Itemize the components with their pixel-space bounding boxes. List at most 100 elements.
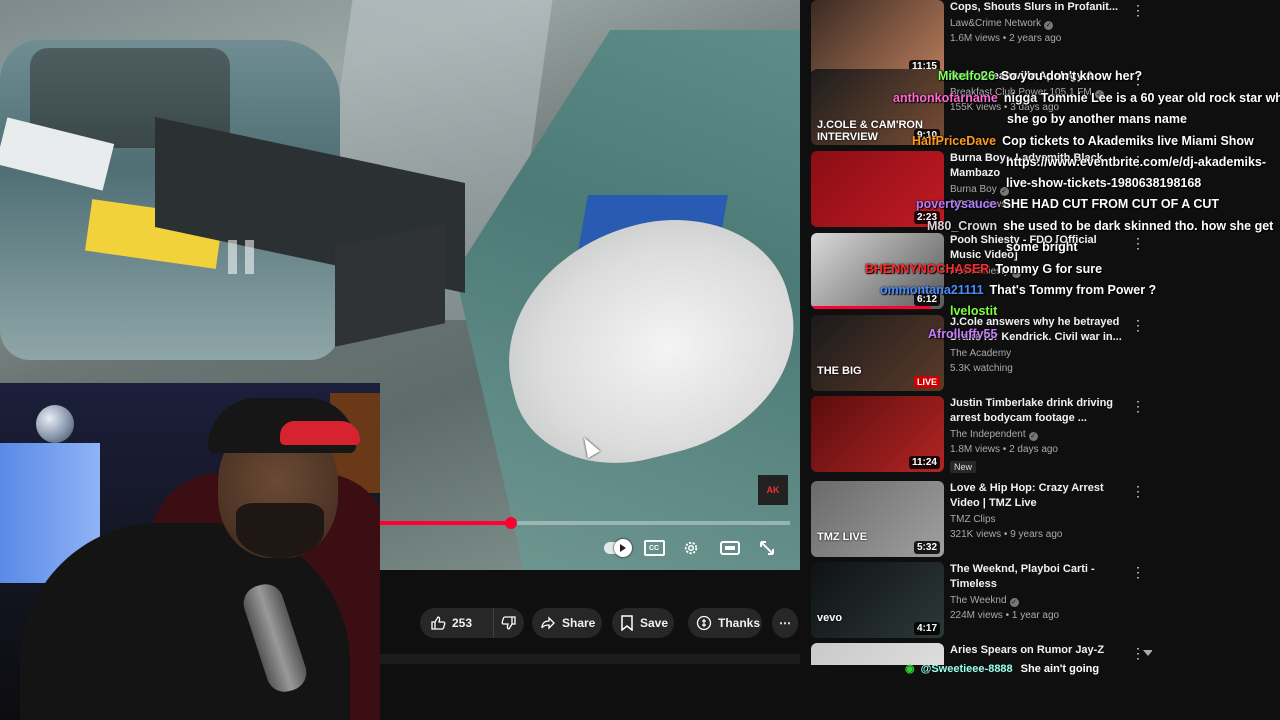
video-thumbnail[interactable]: 11:15 (811, 0, 944, 76)
video-thumbnail[interactable]: TMZ LIVE 5:32 (811, 481, 944, 557)
progress-bar[interactable] (380, 517, 790, 529)
recommendation-item[interactable]: 11:24 Justin Timberlake drink driving arr… (811, 396, 1151, 475)
verified-icon: ✓ (1028, 432, 1038, 441)
more-vertical-icon[interactable]: ⋮ (1131, 398, 1145, 416)
dislike-button[interactable] (494, 608, 524, 638)
video-thumbnail[interactable]: J.COLE & CAM'RON INTERVIEW EXCLUSIVE FIR… (811, 69, 944, 145)
channel-label: Burna Boy (950, 184, 997, 195)
captions-icon: CC (643, 540, 665, 556)
video-title[interactable]: J.Cole answers why he betrayed Drake for… (950, 315, 1130, 345)
more-horizontal-icon: ⋯ (779, 616, 791, 630)
channel-name[interactable]: Burna Boy ✓ (950, 182, 1130, 197)
recommendation-item[interactable]: TMZ LIVE 5:32 Love & Hip Hop: Crazy Arrest… (811, 481, 1151, 557)
video-meta: Justin Timberlake drink driving arrest b… (950, 396, 1130, 475)
more-vertical-icon[interactable]: ⋮ (1131, 71, 1145, 89)
fullscreen-icon (760, 541, 774, 555)
save-button[interactable]: Save (612, 608, 674, 638)
channel-label: Law&Crime Network (950, 18, 1042, 29)
webcam-streamer-beard (236, 503, 324, 558)
video-duration: 2:23 (913, 211, 940, 224)
video-thumbnail[interactable]: vevo 4:17 (811, 562, 944, 638)
more-vertical-icon[interactable]: ⋮ (1131, 235, 1145, 253)
bottom-chat-user: @Sweetieee-8888 (920, 663, 1013, 675)
video-title[interactable]: The Weeknd, Playboi Carti - Timeless (950, 562, 1130, 592)
settings-button[interactable] (677, 536, 705, 560)
pause-icon[interactable] (228, 240, 254, 274)
channel-name[interactable]: TMZ Clips (950, 512, 1130, 527)
channel-name[interactable]: The Weeknd ✓ (950, 593, 1130, 608)
more-vertical-icon[interactable]: ⋮ (1131, 2, 1145, 20)
video-meta: J.Cole answers why he betrayed Drake for… (950, 315, 1130, 376)
recommendations-panel: 11:15 Cops, Shouts Slurs in Profanit... La… (800, 0, 1152, 665)
autoplay-knob (614, 539, 632, 557)
verified-icon: ✓ (999, 187, 1009, 196)
channel-label: Breakfast Club Power 105.1 FM (950, 87, 1092, 98)
autoplay-toggle[interactable] (602, 536, 632, 560)
video-title[interactable]: Pooh Shiesty - FDO [Official Music Video… (950, 233, 1130, 263)
channel-name[interactable]: The Academy (950, 346, 1130, 361)
video-duration: 9:10 (913, 129, 940, 142)
right-margin (1152, 0, 1280, 720)
video-thumbnail[interactable]: 6:12 (811, 233, 944, 309)
thanks-button[interactable]: Thanks (688, 608, 762, 638)
disco-ball-icon (36, 405, 74, 443)
bottom-chat-message: ◉ @Sweetieee-8888 She ain't going (905, 662, 1099, 675)
thumbs-up-icon (431, 616, 446, 630)
recommendation-item[interactable]: 11:15 Cops, Shouts Slurs in Profanit... La… (811, 0, 1151, 76)
view-count: 1.8M views • 2 days ago (950, 444, 1058, 455)
thumbs-down-icon (501, 616, 516, 630)
channel-name[interactable]: Law&Crime Network ✓ (950, 16, 1130, 31)
channel-label: The Weeknd (950, 595, 1007, 606)
channel-name[interactable]: Breakfast Club Power 105.1 FM ✓ (950, 85, 1130, 100)
share-button[interactable]: Share (532, 608, 602, 638)
more-vertical-icon[interactable]: ⋮ (1131, 317, 1145, 335)
description-edge (380, 654, 800, 664)
recommendation-item[interactable]: THE BIG LIVE J.Cole answers why he betraye… (811, 315, 1151, 391)
recommendation-item[interactable]: J.COLE & CAM'RON INTERVIEW EXCLUSIVE FIR… (811, 69, 1151, 145)
recommendation-item[interactable]: vevo 4:17 The Weeknd, Playboi Carti - Time… (811, 562, 1151, 638)
video-duration: 11:24 (908, 456, 940, 469)
video-meta: Love & Hip Hop: Crazy Arrest Video | TMZ… (950, 481, 1130, 542)
channel-name[interactable]: The Independent ✓ (950, 427, 1130, 442)
video-title[interactable]: Cops, Shouts Slurs in Profanit... (950, 0, 1130, 15)
video-meta: Aries Spears on Rumor Jay-Z (950, 643, 1130, 658)
video-title[interactable]: Justin Timberlake drink driving arrest b… (950, 396, 1130, 426)
view-count: 1.6M views • 2 years ago (950, 33, 1062, 44)
verified-icon: ✓ (1011, 269, 1021, 278)
channel-watermark-icon[interactable]: AK (758, 475, 788, 505)
more-actions-button[interactable]: ⋯ (772, 608, 798, 638)
video-duration: 4:17 (913, 622, 940, 635)
video-title[interactable]: Burna Boy - Ladysmith Black Mambazo (950, 151, 1130, 181)
video-title[interactable]: Aries Spears on Rumor Jay-Z (950, 643, 1130, 658)
webcam-cap-brim (280, 421, 360, 445)
video-meta: Beef: Dreamville Apology & Breakfast Club… (950, 69, 1130, 115)
theater-mode-button[interactable] (716, 536, 744, 560)
video-meta: Pooh Shiesty - FDO [Official Music Video… (950, 233, 1130, 279)
live-badge: LIVE (913, 376, 940, 388)
captions-button[interactable]: CC (640, 536, 668, 560)
verified-icon: ✓ (1044, 21, 1054, 30)
channel-label: The Academy (950, 348, 1012, 359)
video-thumbnail[interactable]: THE BIG LIVE (811, 315, 944, 391)
channel-label: Pooh Shiesty (950, 266, 1009, 277)
more-vertical-icon[interactable]: ⋮ (1131, 564, 1145, 582)
view-count: 224M views • 1 year ago (950, 610, 1060, 621)
view-count: 5.3K watching (950, 363, 1013, 374)
fullscreen-button[interactable] (753, 536, 781, 560)
channel-label: The Independent (950, 429, 1026, 440)
recommendation-item[interactable]: 6:12 Pooh Shiesty - FDO [Official Music V… (811, 233, 1151, 309)
recommendation-item[interactable]: 2:23 Burna Boy - Ladysmith Black Mambazo B… (811, 151, 1151, 227)
super-thanks-icon (696, 615, 712, 631)
like-button[interactable]: 253 (420, 608, 494, 638)
more-vertical-icon[interactable]: ⋮ (1131, 483, 1145, 501)
more-vertical-icon[interactable]: ⋮ (1131, 153, 1145, 171)
autoplay-track (604, 539, 632, 557)
save-label: Save (640, 616, 669, 630)
channel-name[interactable]: Pooh Shiesty ✓ (950, 264, 1130, 279)
video-thumbnail[interactable]: 11:24 (811, 396, 944, 472)
gear-icon (684, 541, 698, 555)
video-title[interactable]: Love & Hip Hop: Crazy Arrest Video | TMZ… (950, 481, 1130, 511)
video-title[interactable]: Beef: Dreamville Apology & (950, 69, 1130, 84)
like-dislike-group: 253 (420, 608, 524, 638)
video-thumbnail[interactable]: 2:23 (811, 151, 944, 227)
